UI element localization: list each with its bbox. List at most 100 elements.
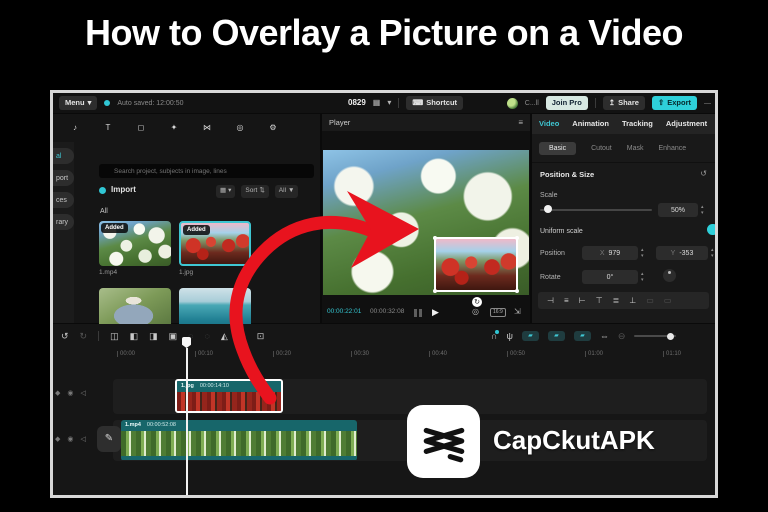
scale-slider[interactable] [540, 209, 652, 211]
align-center-h-icon[interactable]: ≡ [564, 296, 569, 305]
lock-icon[interactable]: ◆ [55, 390, 60, 397]
subtab-basic[interactable]: Basic [539, 141, 577, 155]
mirror-icon[interactable]: ◭ [221, 331, 228, 341]
magnet-icon[interactable]: ∩ [491, 329, 501, 341]
tab-transitions[interactable]: ⋈Transitions [63, 124, 715, 495]
mute-icon[interactable]: ◁ [81, 390, 86, 397]
eye-icon[interactable]: ◉ [67, 390, 73, 397]
aspect-ratio-icon[interactable]: 16:9 [490, 308, 506, 317]
position-y-field[interactable]: Y -353 [656, 246, 708, 260]
subtab-cutout[interactable]: Cutout [591, 145, 612, 152]
mute-icon[interactable]: ◁ [81, 436, 86, 443]
rotate-stepper[interactable]: ▴ ▾ [641, 272, 644, 283]
sidebar-item-local[interactable]: al [53, 148, 74, 164]
fit-timeline-icon[interactable]: ⇔ [600, 331, 609, 341]
crop-icon[interactable]: ⊡ [257, 331, 265, 341]
zoom-slider-handle[interactable] [667, 332, 675, 340]
tab-text[interactable]: TText [63, 124, 715, 495]
reset-icon[interactable]: ↺ [700, 170, 707, 178]
scale-slider-handle[interactable] [544, 205, 552, 213]
main-track-controls: ◆ ◉ ◁ [55, 436, 86, 443]
sort-button[interactable]: Sort ⇅ [241, 185, 269, 198]
rotate-field[interactable]: 0° [582, 270, 638, 284]
align-right-icon[interactable]: ⊢ [579, 296, 586, 305]
minimize-icon[interactable]: — [704, 100, 711, 107]
import-button[interactable]: Import [111, 186, 136, 194]
align-bottom-icon[interactable]: ⊥ [629, 296, 636, 305]
search-input[interactable] [99, 164, 314, 178]
track-option-icon[interactable]: ▰ [521, 331, 539, 341]
uniform-scale-toggle[interactable] [707, 224, 715, 235]
delete-icon[interactable]: ▣ [169, 331, 178, 341]
main-clip-1mp4[interactable]: 1.mp4 00:00:52:08 [121, 420, 357, 461]
undo-icon[interactable]: ↺ [61, 331, 69, 341]
tab-audio[interactable]: ♪Audio [63, 124, 715, 495]
menu-button[interactable]: Menu ▾ [59, 96, 98, 110]
sidebar-item-library[interactable]: rary [53, 214, 74, 230]
sidebar-item-spaces[interactable]: ces [53, 192, 74, 208]
position-y-stepper[interactable]: ▴ ▾ [711, 248, 714, 259]
split-icon[interactable]: ◫ [110, 331, 119, 341]
filter-button[interactable]: All ▼ [274, 185, 299, 198]
track-option-icon[interactable]: ▰ [547, 331, 565, 341]
grid-view-button[interactable]: ▦ ▾ [216, 185, 236, 198]
pause-icon[interactable] [414, 309, 423, 317]
export-button[interactable]: ⇧ Export [651, 96, 697, 110]
fullscreen-icon[interactable]: ⇲ [514, 308, 521, 316]
zoom-out-icon[interactable]: ⊖ [618, 331, 626, 341]
rotate-dial[interactable] [663, 269, 676, 282]
join-pro-button[interactable]: Join Pro [545, 96, 588, 110]
page: How to Overlay a Picture on a Video Menu… [0, 0, 768, 512]
trim-right-icon[interactable]: ◨ [149, 331, 158, 341]
total-time: 00:00:32:08 [370, 308, 405, 316]
capcut-logo-icon [423, 427, 464, 462]
corner-handle[interactable] [515, 289, 519, 293]
scale-stepper[interactable]: ▴ ▾ [701, 205, 704, 216]
divider [532, 162, 715, 163]
tab-adjustment[interactable]: Adjustment [666, 120, 707, 128]
sidebar-item-import[interactable]: port [53, 170, 74, 186]
position-x-field[interactable]: X 979 [582, 246, 638, 260]
eye-icon[interactable]: ◉ [67, 436, 73, 443]
layout-caret-icon[interactable]: ▾ [387, 99, 391, 107]
redo-icon[interactable]: ↻ [80, 331, 88, 341]
tab-adjustment[interactable]: ⚙ Adjustment [63, 124, 715, 495]
playhead-handle[interactable] [182, 337, 191, 348]
edit-pencil-button[interactable]: ✎ [97, 426, 121, 452]
corner-handle[interactable] [515, 236, 519, 240]
media-item-1mp4[interactable]: Added [99, 221, 171, 266]
tab-video[interactable]: Video [539, 120, 559, 128]
align-left-icon[interactable]: ⊣ [547, 296, 554, 305]
layout-grid-icon[interactable]: ▦ [373, 99, 381, 107]
tab-effects[interactable]: ✦Effects [63, 124, 715, 495]
media-item-1jpg[interactable]: Added [179, 221, 251, 266]
share-button[interactable]: ↥ Share [602, 96, 645, 110]
play-icon[interactable]: ▶ [432, 308, 439, 317]
player-menu-icon[interactable]: ≡ [518, 118, 523, 127]
video-preview[interactable]: ↻ [323, 150, 529, 307]
overlay-clip-1jpg[interactable]: 1.jpg00:00:14:10 [175, 379, 283, 413]
lock-icon[interactable]: ◆ [55, 436, 60, 443]
position-x-stepper[interactable]: ▴ ▾ [641, 248, 644, 259]
align-top-icon[interactable]: ⊤ [596, 296, 603, 305]
align-center-v-icon[interactable]: ≣ [613, 296, 620, 305]
mic-icon[interactable]: ψ [506, 331, 512, 341]
scale-value[interactable]: 50% [658, 203, 698, 217]
corner-handle[interactable] [433, 236, 437, 240]
playhead-line[interactable] [186, 348, 188, 495]
overlay-picture[interactable] [433, 236, 519, 293]
subtab-mask[interactable]: Mask [627, 145, 644, 152]
corner-handle[interactable] [433, 289, 437, 293]
tab-filters[interactable]: ◎Filters [63, 124, 715, 495]
subtab-enhance[interactable]: Enhance [658, 145, 686, 152]
avatar[interactable] [506, 97, 518, 109]
tab-tracking[interactable]: Tracking [622, 120, 653, 128]
tab-animation[interactable]: Animation [572, 120, 609, 128]
tab-stickers[interactable]: ◻Stickers [63, 124, 715, 495]
trim-left-icon[interactable]: ◧ [130, 331, 139, 341]
rotate-tool-icon[interactable]: ◇ [239, 331, 246, 341]
preview-quality-icon[interactable]: ◎ [472, 308, 479, 316]
timeline-zoom-slider[interactable] [634, 332, 677, 340]
shortcut-button[interactable]: ⌨ Shortcut [406, 96, 464, 110]
track-option-icon[interactable]: ▰ [573, 331, 591, 341]
